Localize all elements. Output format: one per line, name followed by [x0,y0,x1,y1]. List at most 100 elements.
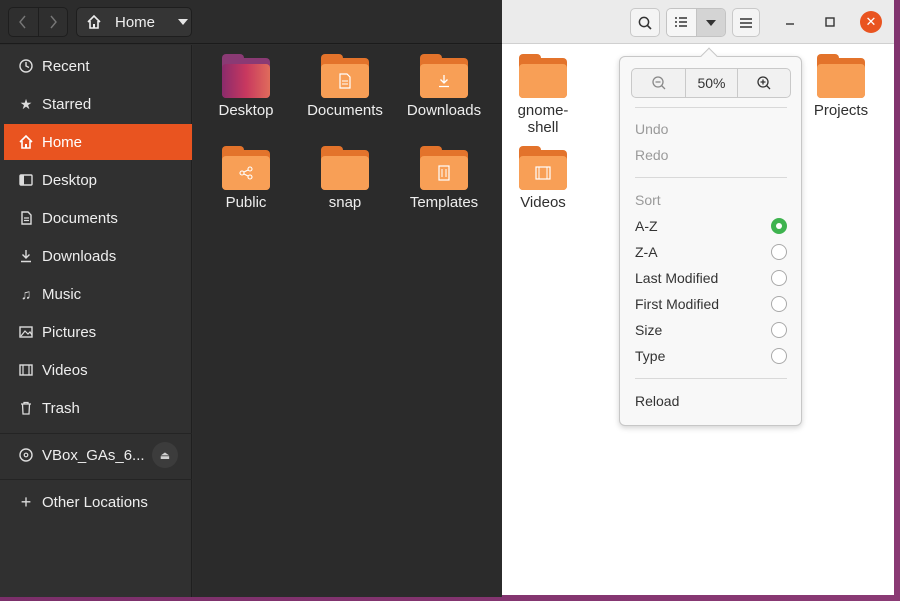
zoom-controls: 50% [631,68,791,98]
sidebar-item-label: Documents [42,209,118,227]
folder-icon [420,146,468,190]
sidebar-divider [0,433,192,434]
zoom-in-button[interactable] [738,69,790,97]
radio-selected[interactable] [771,218,787,234]
document-icon [18,210,34,226]
maximize-button[interactable] [819,11,841,33]
sidebar-item-videos[interactable]: Videos [4,352,192,388]
sidebar-item-label: Videos [42,361,88,379]
sidebar-item-label: VBox_GAs_6... [42,446,145,464]
header-bar: Home [0,0,502,44]
sidebar-item-label: Recent [42,57,90,75]
zoom-level[interactable]: 50% [685,69,738,97]
sidebar-item-recent[interactable]: Recent [4,48,192,84]
file-label: gnome- shell [517,102,569,136]
file-item-snap[interactable]: snap [300,146,390,211]
chevron-down-icon [178,19,189,25]
file-item-templates[interactable]: Templates [399,146,489,211]
video-icon [18,362,34,378]
sidebar-item-documents[interactable]: Documents [4,200,192,236]
sidebar-item-label: Music [42,285,82,303]
menu-divider [635,107,787,108]
sort-option-first-modified[interactable]: First Modified [635,293,787,315]
chevron-left-icon [19,15,26,29]
sidebar-item-trash[interactable]: Trash [4,390,192,426]
sort-option-label: First Modified [635,296,720,312]
file-item-videos[interactable]: Videos [498,146,588,211]
menu-divider [635,177,787,178]
chevron-right-icon [50,15,57,29]
zoom-out-button[interactable] [632,69,685,97]
file-item-gnome-shell[interactable]: gnome- shell [498,54,588,136]
sidebar-item-other-locations[interactable]: + Other Locations [4,484,192,520]
zoom-in-icon [757,76,771,90]
view-options-button[interactable] [695,9,725,36]
sidebar-divider [0,479,192,480]
sidebar-item-device[interactable]: VBox_GAs_6... ⏏ [4,437,192,473]
file-label: snap [328,194,362,211]
redo-menu-item[interactable]: Redo [635,144,787,166]
star-icon: ★ [19,95,33,112]
radio-unselected[interactable] [771,244,787,260]
file-item-desktop[interactable]: Desktop [201,54,291,119]
folder-icon [321,146,369,190]
sidebar-item-downloads[interactable]: Downloads [4,238,192,274]
list-view-button[interactable] [667,9,696,36]
sort-option-label: A-Z [635,218,658,234]
file-view-dark [193,45,502,597]
sort-option-z-a[interactable]: Z-A [635,241,787,263]
minimize-icon [786,23,794,25]
download-icon [18,248,34,264]
sort-option-label: Last Modified [635,270,719,286]
view-toggle-group [666,8,726,37]
folder-icon [519,146,567,190]
radio-unselected[interactable] [771,348,787,364]
close-icon: ✕ [865,14,877,29]
radio-unselected[interactable] [771,322,787,338]
back-button[interactable] [9,8,38,36]
share-icon [239,166,253,180]
clock-icon [18,58,34,74]
file-item-public[interactable]: Public [201,146,291,211]
sidebar-item-desktop[interactable]: Desktop [4,162,192,198]
sort-option-label: Z-A [635,244,658,260]
file-label: Documents [307,102,383,119]
sidebar-item-home[interactable]: Home [4,124,192,160]
document-icon [339,73,351,89]
chevron-down-icon [705,19,716,26]
sidebar-item-music[interactable]: ♫ Music [4,276,192,312]
menu-button[interactable] [732,8,760,37]
menu-divider [635,378,787,379]
path-bar-home-button[interactable]: Home [76,7,192,37]
minimize-button[interactable] [779,11,801,33]
file-item-documents[interactable]: Documents [300,54,390,119]
zoom-out-icon [651,76,665,90]
music-icon: ♫ [20,286,32,302]
folder-icon [519,54,567,98]
eject-button[interactable]: ⏏ [152,442,178,468]
reload-menu-item[interactable]: Reload [635,390,787,412]
forward-button[interactable] [37,8,68,36]
file-item-downloads[interactable]: Downloads [399,54,489,119]
sidebar-item-label: Desktop [42,171,98,189]
folder-icon [321,54,369,98]
download-icon [439,75,449,88]
sort-option-label: Type [635,348,666,364]
radio-unselected[interactable] [771,270,787,286]
folder-icon [222,54,270,98]
radio-unselected[interactable] [771,296,787,312]
sort-option-size[interactable]: Size [635,319,787,341]
sort-option-a-z[interactable]: A-Z [635,215,787,237]
path-bar-label: Home [115,13,156,31]
close-button[interactable]: ✕ [860,11,882,33]
file-label: Downloads [406,102,482,119]
file-item-projects[interactable]: Projects [796,54,886,119]
undo-menu-item[interactable]: Undo [635,118,787,140]
sort-option-type[interactable]: Type [635,345,787,367]
sidebar-item-pictures[interactable]: Pictures [4,314,192,350]
sort-option-last-modified[interactable]: Last Modified [635,267,787,289]
search-button[interactable] [630,8,660,37]
sidebar-item-starred[interactable]: ★ Starred [4,86,192,122]
file-label: Projects [813,102,869,119]
file-label: Public [225,194,267,211]
